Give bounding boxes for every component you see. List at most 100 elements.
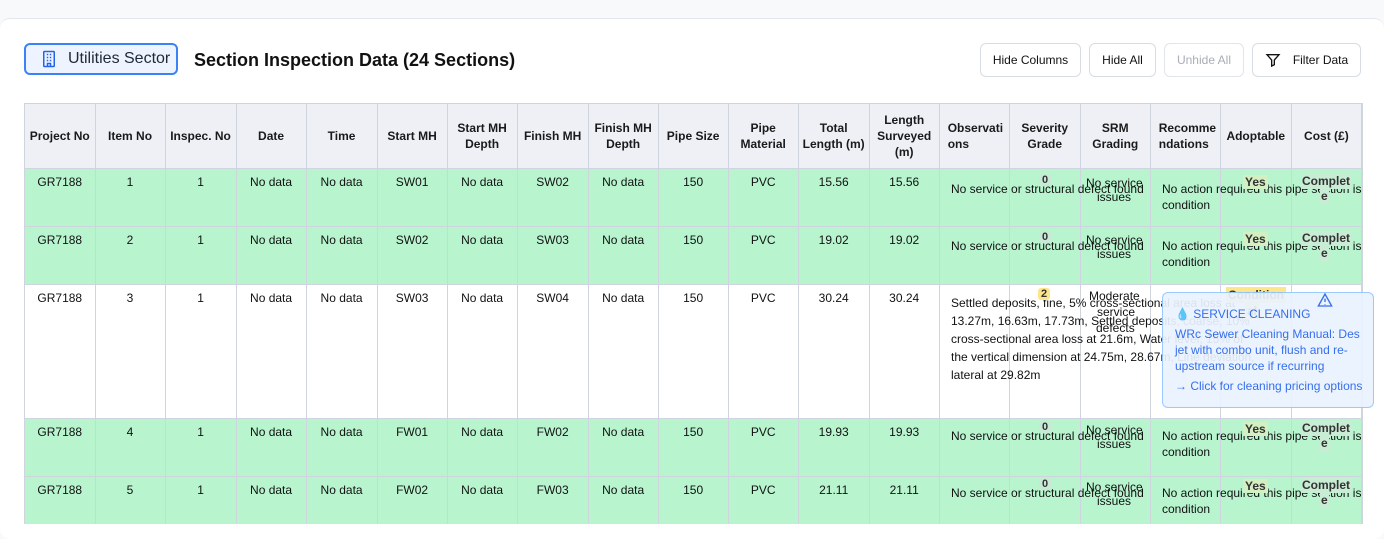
warning-icon — [1317, 292, 1333, 307]
col-total-length[interactable]: Total Length (m) — [798, 104, 870, 169]
recommendation-text: condition — [1162, 198, 1211, 212]
col-recommendations[interactable]: Recommendations — [1150, 104, 1221, 169]
col-finish-mh[interactable]: Finish MH — [517, 104, 589, 169]
service-card-line3: upstream source if recurring — [1175, 359, 1325, 373]
cell-start-mh: FW01 — [377, 418, 448, 477]
cell-finish-depth: No data — [588, 476, 659, 524]
cost-status: e — [1320, 189, 1329, 204]
col-inspec-no[interactable]: Inspec. No — [165, 104, 237, 169]
cell-start-mh: SW02 — [377, 226, 448, 285]
header-row: Project No Item No Inspec. No Date Time … — [25, 104, 1362, 169]
cell-total-length: 19.02 — [798, 226, 870, 285]
cell-item: 1 — [95, 168, 166, 227]
unhide-all-button[interactable]: Unhide All — [1164, 43, 1244, 77]
col-length-surveyed[interactable]: Length Surveyed (m) — [869, 104, 940, 169]
cell-surveyed: 15.56 — [869, 168, 940, 227]
cost-status: Complet — [1301, 478, 1351, 493]
cell-surveyed: 21.11 — [869, 476, 940, 524]
cell-total-length: 21.11 — [798, 476, 870, 524]
cell-finish-depth: No data — [588, 226, 659, 285]
cell-surveyed: 19.93 — [869, 418, 940, 477]
cell-start-depth: No data — [447, 168, 518, 227]
cell-inspec: 1 — [165, 418, 237, 477]
col-item-no[interactable]: Item No — [95, 104, 166, 169]
cost-status: e — [1320, 436, 1329, 451]
adoptable-badge: Yes — [1243, 232, 1268, 246]
cell-date: No data — [236, 168, 307, 227]
cell-finish-depth: No data — [588, 284, 659, 419]
srm-grading-text: defects — [1096, 321, 1135, 335]
severity-badge: 2 — [1038, 288, 1051, 300]
cell-item: 5 — [95, 476, 166, 524]
col-adoptable[interactable]: Adoptable — [1220, 104, 1292, 169]
cell-finish-depth: No data — [588, 168, 659, 227]
cell-inspec: 1 — [165, 226, 237, 285]
observation-text: lateral at 29.82m — [951, 368, 1041, 382]
col-severity-grade[interactable]: Severity Grade — [1009, 104, 1081, 169]
srm-grading-text: issues — [1097, 190, 1132, 204]
severity-badge: 0 — [1039, 231, 1052, 243]
col-pipe-size[interactable]: Pipe Size — [658, 104, 729, 169]
cell-inspec: 1 — [165, 476, 237, 524]
col-pipe-material[interactable]: Pipe Material — [728, 104, 799, 169]
srm-grading-text: Moderate — [1089, 289, 1140, 303]
col-start-mh-depth[interactable]: Start MH Depth — [447, 104, 518, 169]
service-cleaning-card[interactable]: 💧 SERVICE CLEANING WRc Sewer Cleaning Ma… — [1162, 292, 1374, 408]
recommendation-text: condition — [1162, 445, 1211, 459]
cell-date: No data — [236, 418, 307, 477]
cell-project: GR7188 — [25, 226, 96, 285]
filter-data-button[interactable]: Filter Data — [1252, 43, 1361, 77]
cell-item: 3 — [95, 284, 166, 419]
cell-date: No data — [236, 476, 307, 524]
cell-material: PVC — [728, 168, 799, 227]
cell-project: GR7188 — [25, 284, 96, 419]
cost-status: Complet — [1301, 421, 1351, 436]
col-time[interactable]: Time — [306, 104, 378, 169]
cell-start-depth: No data — [447, 284, 518, 419]
col-finish-mh-depth[interactable]: Finish MH Depth — [588, 104, 659, 169]
adoptable-badge: Yes — [1243, 175, 1268, 189]
cost-status: e — [1320, 246, 1329, 261]
srm-grading-text: issues — [1097, 437, 1132, 451]
cell-item: 4 — [95, 418, 166, 477]
cell-pipe-size: 150 — [658, 226, 729, 285]
cell-pipe-size: 150 — [658, 476, 729, 524]
srm-grading-text: service — [1097, 305, 1136, 319]
cell-time: No data — [306, 476, 378, 524]
severity-badge: 0 — [1039, 421, 1052, 433]
col-cost[interactable]: Cost (£) — [1291, 104, 1362, 169]
cell-finish-mh: SW03 — [517, 226, 589, 285]
adoptable-badge: Yes — [1243, 479, 1268, 493]
col-project-no[interactable]: Project No — [25, 104, 96, 169]
col-srm-grading[interactable]: SRM Grading — [1080, 104, 1151, 169]
cell-inspec: 1 — [165, 284, 237, 419]
cell-finish-mh: SW02 — [517, 168, 589, 227]
cell-surveyed: 19.02 — [869, 226, 940, 285]
cell-total-length: 30.24 — [798, 284, 870, 419]
cell-time: No data — [306, 226, 378, 285]
col-date[interactable]: Date — [236, 104, 307, 169]
hide-all-button[interactable]: Hide All — [1089, 43, 1156, 77]
cost-status: Complet — [1301, 174, 1351, 189]
cell-time: No data — [306, 418, 378, 477]
cleaning-pricing-link[interactable]: → Click for cleaning pricing options — [1175, 379, 1362, 393]
cell-material: PVC — [728, 284, 799, 419]
filter-icon — [1265, 54, 1281, 68]
utilities-sector-button[interactable]: Utilities Sector — [24, 43, 178, 75]
hide-columns-button[interactable]: Hide Columns — [980, 43, 1081, 77]
col-start-mh[interactable]: Start MH — [377, 104, 448, 169]
cell-finish-depth: No data — [588, 418, 659, 477]
col-observations[interactable]: Observations — [939, 104, 1010, 169]
cell-finish-mh: FW03 — [517, 476, 589, 524]
building-icon — [43, 50, 55, 68]
severity-badge: 0 — [1039, 478, 1052, 490]
cell-finish-mh: SW04 — [517, 284, 589, 419]
sector-label: Utilities Sector — [68, 50, 171, 67]
cell-surveyed: 30.24 — [869, 284, 940, 419]
cell-project: GR7188 — [25, 168, 96, 227]
cell-total-length: 19.93 — [798, 418, 870, 477]
cell-material: PVC — [728, 418, 799, 477]
cell-project: GR7188 — [25, 476, 96, 524]
cost-status: Complet — [1301, 231, 1351, 246]
srm-grading-text: issues — [1097, 247, 1132, 261]
